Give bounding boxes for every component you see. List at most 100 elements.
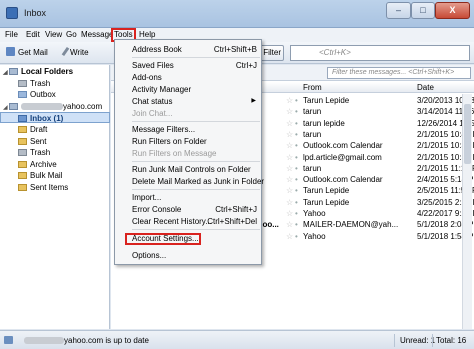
star-icon[interactable]: ☆ <box>286 197 293 208</box>
folder-trash[interactable]: Trash <box>0 147 110 158</box>
message-from: tarun <box>303 163 322 173</box>
menu-error-console[interactable]: Error Console Ctrl+Shift+J <box>115 204 261 215</box>
message-from: tarun lepide <box>303 118 345 128</box>
message-from: Yahoo <box>303 231 326 241</box>
star-icon[interactable]: ☆ <box>286 219 293 230</box>
folder-icon <box>18 161 27 168</box>
folder-draft[interactable]: Draft <box>0 124 110 135</box>
folder-icon <box>18 126 27 133</box>
message-from: Tarun Lepide <box>303 197 350 207</box>
outbox-icon <box>18 91 27 98</box>
status-text: yahoo.com is up to date <box>24 336 149 345</box>
menu-run-filters-folder[interactable]: Run Filters on Folder <box>115 136 261 147</box>
status-message: yahoo.com is up to date <box>64 336 149 345</box>
read-status-icon[interactable]: • <box>295 231 298 242</box>
message-from: MAILER-DAEMON@yah... <box>303 220 399 230</box>
menu-activity-manager[interactable]: Activity Manager <box>115 84 261 95</box>
star-icon[interactable]: ☆ <box>286 106 293 117</box>
read-status-icon[interactable]: • <box>295 163 298 174</box>
menu-saved-files[interactable]: Saved Files Ctrl+J <box>115 60 261 71</box>
read-status-icon[interactable]: • <box>295 129 298 140</box>
message-from: tarun <box>303 129 322 139</box>
folder-label: Outbox <box>30 90 56 99</box>
folder-label: Sent Items <box>30 183 69 192</box>
folder-pane: ◢ Local Folders Trash Outbox ◢ yahoo.com I… <box>0 65 110 329</box>
write-label: Write <box>70 48 89 57</box>
read-status-icon[interactable]: • <box>295 106 298 117</box>
menu-addons[interactable]: Add-ons <box>115 72 261 83</box>
folder-sent[interactable]: Sent <box>0 136 110 147</box>
menu-go[interactable]: Go <box>66 30 77 39</box>
item-label: Error Console <box>132 205 182 214</box>
folder-account[interactable]: ◢ yahoo.com <box>0 101 110 112</box>
folder-sent-items[interactable]: Sent Items <box>0 182 110 193</box>
menu-chat-status[interactable]: Chat status ▶ <box>115 96 261 107</box>
read-status-icon[interactable]: • <box>295 208 298 219</box>
close-button[interactable]: X <box>435 2 470 19</box>
folder-local-folders[interactable]: ◢ Local Folders <box>0 66 110 77</box>
star-icon[interactable]: ☆ <box>286 208 293 219</box>
star-icon[interactable]: ☆ <box>286 129 293 140</box>
folder-label: Inbox (1) <box>30 114 64 123</box>
filter-messages-input[interactable]: Filter these messages... <Ctrl+Shift+K> <box>327 67 471 79</box>
folder-label: Draft <box>30 125 48 134</box>
menu-run-junk[interactable]: Run Junk Mail Controls on Folder <box>115 164 261 175</box>
star-icon[interactable]: ☆ <box>286 185 293 196</box>
menu-file[interactable]: File <box>5 30 18 39</box>
account-icon <box>9 103 18 110</box>
read-status-icon[interactable]: • <box>295 118 298 129</box>
divider <box>394 334 395 347</box>
maximize-button[interactable]: □ <box>411 2 435 19</box>
read-status-icon[interactable]: • <box>295 95 298 106</box>
menu-help[interactable]: Help <box>139 30 155 39</box>
menu-message[interactable]: Message <box>81 30 113 39</box>
get-mail-button[interactable]: Get Mail <box>6 46 48 60</box>
column-date[interactable]: Date <box>417 83 434 92</box>
star-icon[interactable]: ☆ <box>286 152 293 163</box>
read-status-icon[interactable]: • <box>295 140 298 151</box>
shortcut: Ctrl+J <box>235 61 257 70</box>
search-input[interactable]: <Ctrl+K> <box>290 45 470 61</box>
read-status-icon[interactable]: • <box>295 197 298 208</box>
menu-account-settings[interactable]: Account Settings... <box>125 233 201 245</box>
scrollbar-thumb[interactable] <box>464 104 471 164</box>
menu-clear-history[interactable]: Clear Recent History... Ctrl+Shift+Del <box>115 216 261 227</box>
column-from[interactable]: From <box>303 83 322 92</box>
menu-edit[interactable]: Edit <box>26 30 40 39</box>
menu-message-filters[interactable]: Message Filters... <box>115 124 261 135</box>
message-from: Tarun Lepide <box>303 96 350 105</box>
shortcut: Ctrl+Shift+Del <box>207 217 257 226</box>
folder-bulk-mail[interactable]: Bulk Mail <box>0 170 110 181</box>
window-title: Inbox <box>24 8 47 18</box>
folder-inbox[interactable]: Inbox (1) <box>0 112 110 123</box>
read-status-icon[interactable]: • <box>295 174 298 185</box>
folder-outbox[interactable]: Outbox <box>0 89 110 100</box>
read-status-icon[interactable]: • <box>295 152 298 163</box>
menu-view[interactable]: View <box>45 30 62 39</box>
activity-icon <box>4 336 13 344</box>
menu-separator <box>132 189 260 190</box>
folder-trash-local[interactable]: Trash <box>0 78 110 89</box>
star-icon[interactable]: ☆ <box>286 231 293 242</box>
read-status-icon[interactable]: • <box>295 185 298 196</box>
menu-address-book[interactable]: Address Book Ctrl+Shift+B <box>115 44 261 55</box>
item-label: Address Book <box>132 45 182 54</box>
menu-options[interactable]: Options... <box>115 250 261 261</box>
write-button[interactable]: Write <box>61 46 89 60</box>
minimize-button[interactable]: – <box>386 2 411 19</box>
pencil-icon <box>61 46 70 57</box>
menu-delete-junk[interactable]: Delete Mail Marked as Junk in Folder <box>115 176 264 187</box>
star-icon[interactable]: ☆ <box>286 163 293 174</box>
trash-icon <box>18 80 27 87</box>
star-icon[interactable]: ☆ <box>286 174 293 185</box>
menu-import[interactable]: Import... <box>115 192 261 203</box>
message-from: tarun <box>303 107 322 117</box>
message-scrollbar[interactable] <box>462 94 472 329</box>
read-status-icon[interactable]: • <box>295 219 298 230</box>
menu-separator <box>132 161 260 162</box>
star-icon[interactable]: ☆ <box>286 95 293 106</box>
shortcut: Ctrl+Shift+J <box>215 205 257 214</box>
star-icon[interactable]: ☆ <box>286 118 293 129</box>
star-icon[interactable]: ☆ <box>286 140 293 151</box>
folder-archive[interactable]: Archive <box>0 159 110 170</box>
